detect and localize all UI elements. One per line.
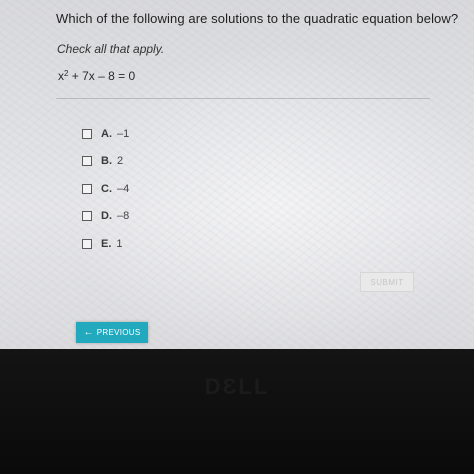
option-letter: D. [101, 210, 112, 223]
instruction-text: Check all that apply. [57, 42, 165, 56]
screen: Which of the following are solutions to … [0, 0, 474, 349]
option-letter: B. [101, 155, 112, 168]
photo: Which of the following are solutions to … [0, 0, 474, 474]
previous-label: PREVIOUS [96, 328, 141, 337]
option-a[interactable]: A. –1 [82, 120, 129, 148]
checkbox[interactable] [82, 128, 92, 139]
checkbox[interactable] [82, 183, 92, 194]
option-value: –4 [117, 182, 130, 195]
option-value: 1 [116, 237, 123, 250]
arrow-left-icon: ← [83, 326, 94, 338]
option-letter: C. [101, 182, 112, 195]
dell-logo: DƐLL [204, 374, 270, 399]
option-d[interactable]: D. –8 [82, 203, 129, 231]
submit-button[interactable]: SUBMIT [360, 272, 414, 292]
option-letter: E. [101, 237, 112, 250]
option-letter: A. [101, 127, 112, 140]
question-text: Which of the following are solutions to … [56, 11, 459, 26]
equation-rest: + 7x – 8 = 0 [68, 69, 136, 83]
option-value: –1 [117, 127, 130, 140]
previous-button[interactable]: ← PREVIOUS [76, 322, 148, 343]
option-b[interactable]: B. 2 [82, 148, 129, 176]
option-value: –8 [117, 210, 130, 223]
checkbox[interactable] [82, 238, 92, 249]
checkbox[interactable] [82, 156, 92, 167]
equation: x2 + 7x – 8 = 0 [58, 69, 135, 83]
option-c[interactable]: C. –4 [82, 175, 129, 203]
option-e[interactable]: E. 1 [82, 230, 129, 258]
monitor-bezel [0, 349, 474, 474]
answer-options: A. –1 B. 2 C. –4 D. –8 E. 1 [82, 120, 129, 258]
checkbox[interactable] [82, 211, 92, 222]
option-value: 2 [117, 155, 124, 168]
divider [56, 98, 430, 99]
